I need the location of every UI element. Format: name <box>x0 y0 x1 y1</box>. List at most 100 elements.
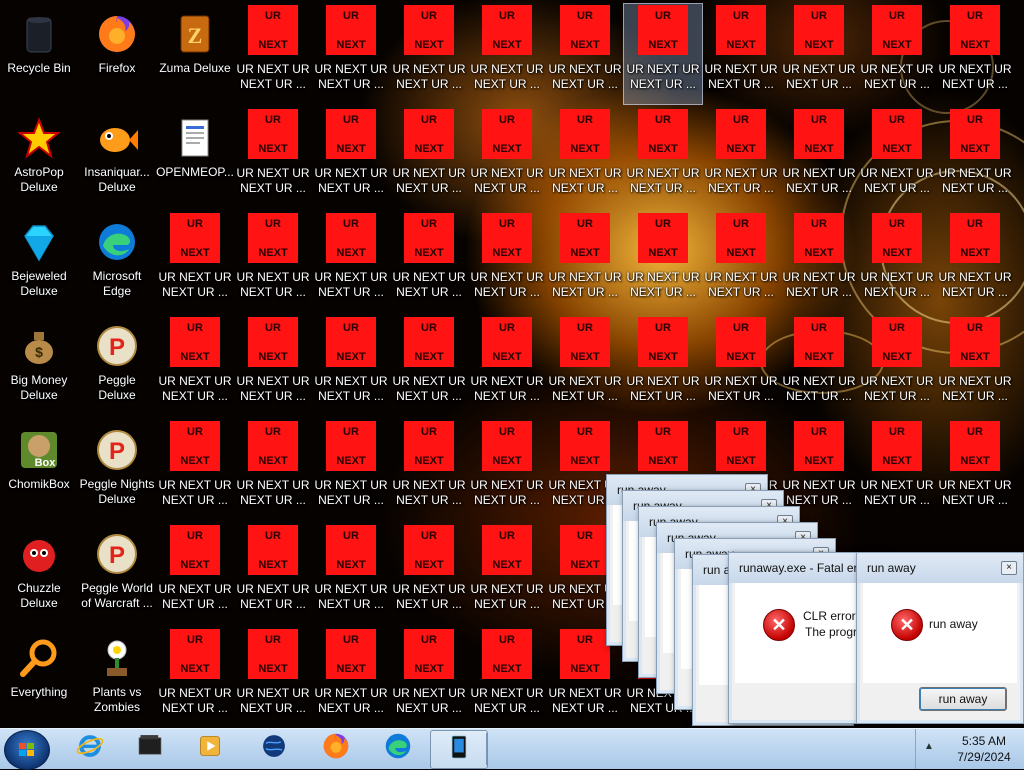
ur-next-icon[interactable]: UR NEXT UR NEXT UR NEXT UR ... <box>390 420 468 520</box>
ur-icon-bottom-text: NEXT <box>570 143 600 155</box>
fish-icon <box>93 114 141 162</box>
ur-next-icon-label: UR NEXT UR NEXT UR ... <box>158 582 232 611</box>
ur-next-icon[interactable]: UR NEXT UR NEXT UR NEXT UR ... <box>468 316 546 416</box>
ur-next-icon[interactable]: UR NEXT UR NEXT UR NEXT UR ... <box>156 420 234 520</box>
run-away-button[interactable]: run away <box>919 687 1007 711</box>
ur-next-icon[interactable]: UR NEXT UR NEXT UR NEXT UR ... <box>936 420 1014 520</box>
ur-next-icon[interactable]: UR NEXT UR NEXT UR NEXT UR ... <box>156 212 234 312</box>
ur-next-icon[interactable]: UR NEXT UR NEXT UR NEXT UR ... <box>234 4 312 104</box>
ur-next-icon[interactable]: UR NEXT UR NEXT UR NEXT UR ... <box>780 420 858 520</box>
ur-next-icon[interactable]: UR NEXT UR NEXT UR NEXT UR ... <box>312 108 390 208</box>
ur-next-icon[interactable]: UR NEXT UR NEXT UR NEXT UR ... <box>312 420 390 520</box>
ur-next-icon[interactable]: UR NEXT UR NEXT UR NEXT UR ... <box>702 316 780 416</box>
ur-next-icon[interactable]: UR NEXT UR NEXT UR NEXT UR ... <box>156 524 234 624</box>
ur-next-icon[interactable]: UR NEXT UR NEXT UR NEXT UR ... <box>234 108 312 208</box>
desktop-icon-peggle-world-of-warcraft[interactable]: P Peggle World of Warcraft ... <box>78 524 156 624</box>
ur-next-icon[interactable]: UR NEXT UR NEXT UR NEXT UR ... <box>546 4 624 104</box>
run-away-front-dialog[interactable]: run away × ✕ run away run away <box>856 552 1024 724</box>
desktop-icon-microsoft-edge[interactable]: Microsoft Edge <box>78 212 156 312</box>
ur-next-icon[interactable]: UR NEXT UR NEXT UR NEXT UR ... <box>468 628 546 728</box>
ur-next-icon[interactable]: UR NEXT UR NEXT UR NEXT UR ... <box>858 108 936 208</box>
ur-next-icon-label: UR NEXT UR NEXT UR ... <box>704 270 778 299</box>
ur-next-icon[interactable]: UR NEXT UR NEXT UR NEXT UR ... <box>624 108 702 208</box>
taskbar-button-runaway-app[interactable] <box>430 730 488 769</box>
media-player-icon <box>195 731 225 766</box>
ur-next-icon[interactable]: UR NEXT UR NEXT UR NEXT UR ... <box>390 108 468 208</box>
ur-next-icon[interactable]: UR NEXT UR NEXT UR NEXT UR ... <box>468 420 546 520</box>
taskbar-button-microsoft-edge[interactable] <box>370 730 426 767</box>
ur-next-icon[interactable]: UR NEXT UR NEXT UR NEXT UR ... <box>390 4 468 104</box>
ur-next-icon[interactable]: UR NEXT UR NEXT UR NEXT UR ... <box>468 524 546 624</box>
ur-next-icon[interactable]: UR NEXT UR NEXT UR NEXT UR ... <box>234 212 312 312</box>
ur-icon-bottom-text: NEXT <box>492 455 522 467</box>
desktop-icon-plants-vs-zombies[interactable]: Plants vs Zombies <box>78 628 156 728</box>
taskbar-button-firefox[interactable] <box>308 730 364 767</box>
ur-next-icon[interactable]: UR NEXT UR NEXT UR NEXT UR ... <box>546 316 624 416</box>
show-hidden-icons-arrow-icon[interactable]: ▲ <box>924 741 934 752</box>
ur-next-icon[interactable]: UR NEXT UR NEXT UR NEXT UR ... <box>624 212 702 312</box>
ur-next-icon[interactable]: UR NEXT UR NEXT UR NEXT UR ... <box>312 628 390 728</box>
ur-next-icon[interactable]: UR NEXT UR NEXT UR NEXT UR ... <box>468 108 546 208</box>
desktop-icon-chomikbox[interactable]: Box ChomikBox <box>0 420 78 520</box>
ur-next-icon[interactable]: UR NEXT UR NEXT UR NEXT UR ... <box>390 524 468 624</box>
ur-next-icon[interactable]: UR NEXT UR NEXT UR NEXT UR ... <box>234 628 312 728</box>
clock-time[interactable]: 5:35 AM <box>944 734 1024 748</box>
ur-next-icon[interactable]: UR NEXT UR NEXT UR NEXT UR ... <box>780 316 858 416</box>
ur-next-icon[interactable]: UR NEXT UR NEXT UR NEXT UR ... <box>780 212 858 312</box>
ur-next-icon[interactable]: UR NEXT UR NEXT UR NEXT UR ... <box>546 212 624 312</box>
ur-next-icon[interactable]: UR NEXT UR NEXT UR NEXT UR ... <box>936 108 1014 208</box>
ur-next-icon[interactable]: UR NEXT UR NEXT UR NEXT UR ... <box>623 3 703 105</box>
ur-next-icon[interactable]: UR NEXT UR NEXT UR NEXT UR ... <box>312 316 390 416</box>
ur-next-icon[interactable]: UR NEXT UR NEXT UR NEXT UR ... <box>936 316 1014 416</box>
desktop-icon-bejeweled-deluxe[interactable]: Bejeweled Deluxe <box>0 212 78 312</box>
ur-next-icon[interactable]: UR NEXT UR NEXT UR NEXT UR ... <box>702 108 780 208</box>
ur-next-icon[interactable]: UR NEXT UR NEXT UR NEXT UR ... <box>312 212 390 312</box>
ur-next-icon[interactable]: UR NEXT UR NEXT UR NEXT UR ... <box>702 212 780 312</box>
ur-next-icon[interactable]: UR NEXT UR NEXT UR NEXT UR ... <box>546 108 624 208</box>
ur-next-icon[interactable]: UR NEXT UR NEXT UR NEXT UR ... <box>234 524 312 624</box>
ur-next-icon[interactable]: UR NEXT UR NEXT UR NEXT UR ... <box>936 212 1014 312</box>
ur-next-icon[interactable]: UR NEXT UR NEXT UR NEXT UR ... <box>858 212 936 312</box>
desktop-icon-chuzzle-deluxe[interactable]: Chuzzle Deluxe <box>0 524 78 624</box>
ur-next-icon[interactable]: UR NEXT UR NEXT UR NEXT UR ... <box>468 4 546 104</box>
close-icon[interactable]: × <box>1001 561 1017 575</box>
taskbar-button-file-explorer[interactable] <box>122 730 178 767</box>
ur-next-icon[interactable]: UR NEXT UR NEXT UR NEXT UR ... <box>780 108 858 208</box>
ur-next-icon[interactable]: UR NEXT UR NEXT UR NEXT UR ... <box>624 316 702 416</box>
ur-next-icon[interactable]: UR NEXT UR NEXT UR NEXT UR ... <box>390 628 468 728</box>
firefox-icon <box>321 731 351 766</box>
ur-next-icon[interactable]: UR NEXT UR NEXT UR NEXT UR ... <box>858 4 936 104</box>
start-button[interactable] <box>4 730 50 770</box>
ur-next-icon[interactable]: UR NEXT UR NEXT UR NEXT UR ... <box>468 212 546 312</box>
ur-next-icon[interactable]: UR NEXT UR NEXT UR NEXT UR ... <box>312 4 390 104</box>
ur-next-icon[interactable]: UR NEXT UR NEXT UR NEXT UR ... <box>312 524 390 624</box>
desktop-icon-label: Everything <box>10 685 68 699</box>
taskbar-button-internet-explorer[interactable] <box>62 730 118 767</box>
ur-next-image-icon: UR NEXT <box>482 525 532 575</box>
ur-next-icon[interactable]: UR NEXT UR NEXT UR NEXT UR ... <box>780 4 858 104</box>
desktop-icon-recycle-bin[interactable]: Recycle Bin <box>0 4 78 104</box>
dialog-title-bar[interactable]: run away × <box>857 553 1023 583</box>
desktop-icon-peggle-nights-deluxe[interactable]: P Peggle Nights Deluxe <box>78 420 156 520</box>
ur-next-icon[interactable]: UR NEXT UR NEXT UR NEXT UR ... <box>858 420 936 520</box>
ur-next-icon[interactable]: UR NEXT UR NEXT UR NEXT UR ... <box>234 316 312 416</box>
ur-next-icon[interactable]: UR NEXT UR NEXT UR NEXT UR ... <box>390 316 468 416</box>
ur-next-icon[interactable]: UR NEXT UR NEXT UR NEXT UR ... <box>936 4 1014 104</box>
ur-next-icon[interactable]: UR NEXT UR NEXT UR NEXT UR ... <box>702 4 780 104</box>
desktop-icon-peggle-deluxe[interactable]: P Peggle Deluxe <box>78 316 156 416</box>
desktop-icon-astropop-deluxe[interactable]: AstroPop Deluxe <box>0 108 78 208</box>
ur-next-icon[interactable]: UR NEXT UR NEXT UR NEXT UR ... <box>858 316 936 416</box>
ur-next-icon[interactable]: UR NEXT UR NEXT UR NEXT UR ... <box>156 628 234 728</box>
desktop-icon-everything[interactable]: Everything <box>0 628 78 728</box>
desktop-icon-insaniquarium-deluxe[interactable]: Insaniquar... Deluxe <box>78 108 156 208</box>
clock-date[interactable]: 7/29/2024 <box>944 750 1024 764</box>
ur-next-icon[interactable]: UR NEXT UR NEXT UR NEXT UR ... <box>156 316 234 416</box>
desktop-icon-big-money-deluxe[interactable]: $ Big Money Deluxe <box>0 316 78 416</box>
ur-next-icon[interactable]: UR NEXT UR NEXT UR NEXT UR ... <box>390 212 468 312</box>
ur-next-icon[interactable]: UR NEXT UR NEXT UR NEXT UR ... <box>234 420 312 520</box>
desktop-icon-zuma-deluxe[interactable]: Z Zuma Deluxe <box>156 4 234 104</box>
desktop-icon-firefox[interactable]: Firefox <box>78 4 156 104</box>
taskbar-button-media-player[interactable] <box>182 730 238 767</box>
taskbar-button-globe-app[interactable] <box>246 730 302 767</box>
desktop-icon-openmeop[interactable]: OPENMEOP... <box>156 108 234 208</box>
